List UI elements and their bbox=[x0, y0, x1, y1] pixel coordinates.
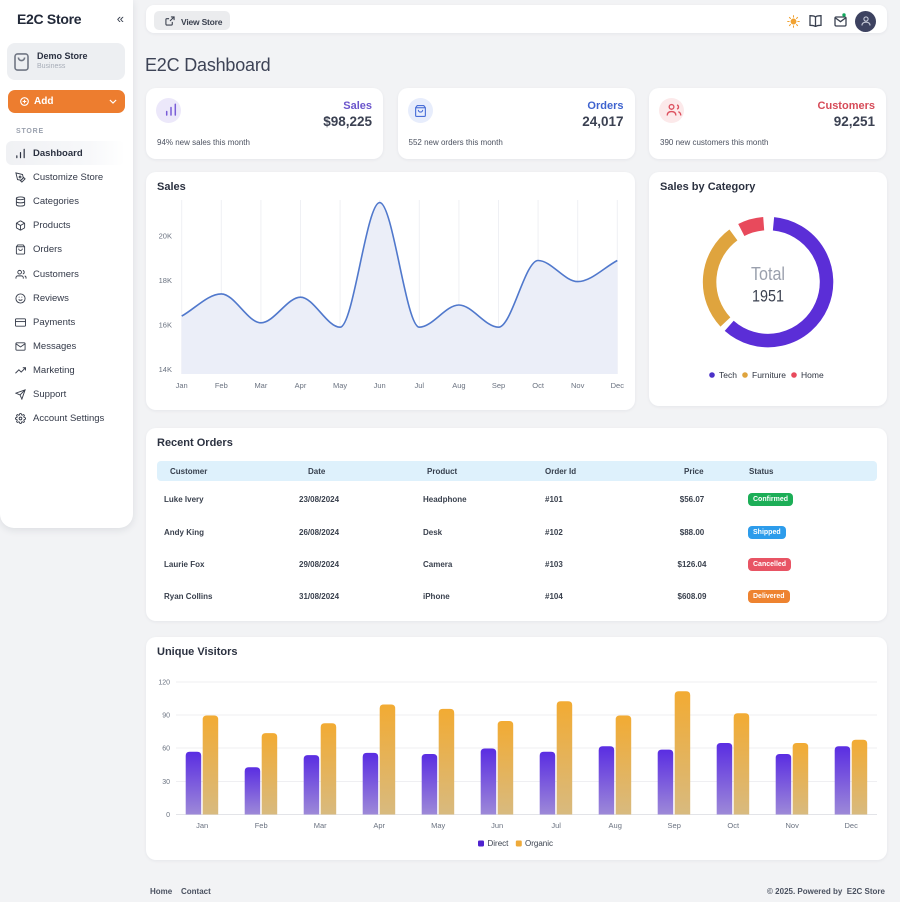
svg-text:1951: 1951 bbox=[752, 287, 784, 306]
svg-text:90: 90 bbox=[162, 713, 170, 720]
svg-text:Sep: Sep bbox=[492, 381, 505, 390]
svg-text:Sep: Sep bbox=[668, 821, 681, 830]
svg-text:Jan: Jan bbox=[176, 381, 188, 390]
svg-text:Dec: Dec bbox=[611, 381, 625, 390]
svg-text:May: May bbox=[333, 381, 347, 390]
svg-text:Jul: Jul bbox=[415, 381, 425, 390]
svg-text:Jun: Jun bbox=[374, 381, 386, 390]
svg-text:Furniture: Furniture bbox=[752, 370, 786, 380]
svg-text:30: 30 bbox=[162, 779, 170, 786]
svg-text:Dec: Dec bbox=[845, 821, 859, 830]
svg-text:Apr: Apr bbox=[295, 381, 307, 390]
svg-text:18K: 18K bbox=[159, 276, 172, 285]
svg-text:Nov: Nov bbox=[786, 821, 800, 830]
svg-text:Jan: Jan bbox=[196, 821, 208, 830]
svg-text:0: 0 bbox=[166, 812, 170, 819]
svg-text:Aug: Aug bbox=[452, 381, 465, 390]
svg-text:Organic: Organic bbox=[525, 839, 553, 848]
svg-text:Feb: Feb bbox=[215, 381, 228, 390]
svg-text:Direct: Direct bbox=[488, 839, 510, 848]
svg-text:May: May bbox=[431, 821, 445, 830]
svg-text:Jun: Jun bbox=[491, 821, 503, 830]
svg-text:16K: 16K bbox=[159, 321, 172, 330]
svg-text:Nov: Nov bbox=[571, 381, 585, 390]
svg-text:Total: Total bbox=[751, 264, 785, 284]
svg-text:Oct: Oct bbox=[727, 821, 740, 830]
svg-text:Oct: Oct bbox=[532, 381, 545, 390]
svg-text:Tech: Tech bbox=[719, 370, 737, 380]
svg-text:Apr: Apr bbox=[373, 821, 385, 830]
svg-text:Jul: Jul bbox=[551, 821, 561, 830]
svg-text:Feb: Feb bbox=[255, 821, 268, 830]
svg-text:120: 120 bbox=[158, 680, 170, 687]
svg-text:Mar: Mar bbox=[314, 821, 327, 830]
svg-text:60: 60 bbox=[162, 746, 170, 753]
svg-text:20K: 20K bbox=[159, 232, 172, 241]
svg-text:Mar: Mar bbox=[254, 381, 267, 390]
svg-text:14K: 14K bbox=[159, 365, 172, 374]
svg-text:Home: Home bbox=[801, 370, 824, 380]
svg-text:Aug: Aug bbox=[609, 821, 622, 830]
